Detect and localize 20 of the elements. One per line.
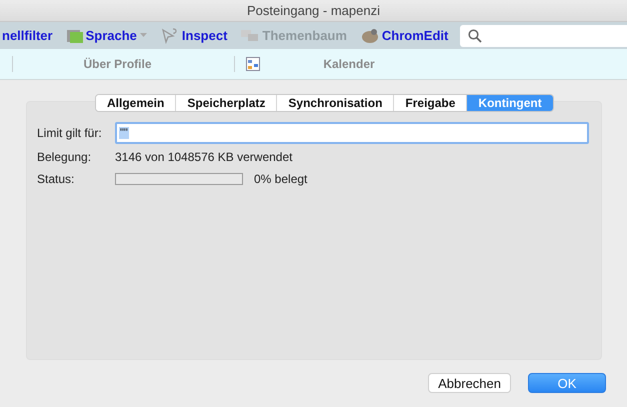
- tab[interactable]: Allgemein: [96, 95, 176, 111]
- search-field[interactable]: [460, 24, 627, 46]
- cancel-button[interactable]: Abbrechen: [428, 373, 511, 393]
- field-label: Status:: [37, 172, 76, 186]
- field-label: Limit gilt für:: [37, 126, 103, 140]
- input-field[interactable]: "": [115, 122, 589, 144]
- toolbar-button[interactable]: Inspect: [160, 28, 228, 44]
- toolbar-button[interactable]: nellfilter: [2, 28, 53, 43]
- cursor-icon: [160, 28, 179, 44]
- field-label: Belegung:: [37, 150, 92, 164]
- toolbar-button[interactable]: ChromEdit: [360, 28, 448, 44]
- search-icon: [468, 28, 482, 42]
- usage-text: 3146 von 1048576 KB verwendet: [115, 150, 292, 164]
- window-title: Posteingang - mapenzi: [247, 3, 380, 18]
- chat-icon: [241, 28, 260, 42]
- calendar-icon: [246, 57, 260, 71]
- progress-reading: 0% belegt: [254, 172, 308, 186]
- folder-icon: [66, 28, 83, 42]
- caret-icon: [140, 33, 147, 38]
- toolbar-button[interactable]: Sprache: [66, 28, 147, 43]
